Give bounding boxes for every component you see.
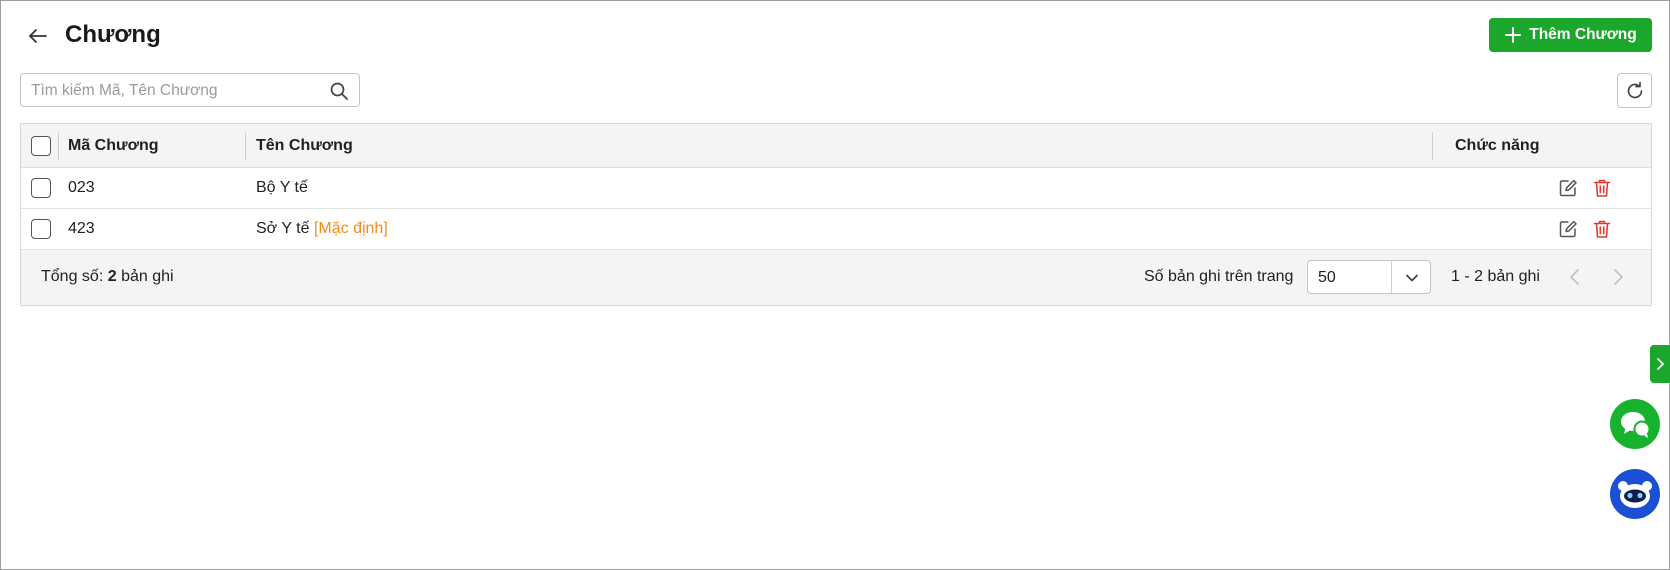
per-page-label: Số bản ghi trên trang: [1144, 268, 1294, 285]
total-unit: bản ghi: [121, 268, 174, 285]
edit-icon[interactable]: [1557, 177, 1579, 199]
table-row[interactable]: 423 Sở Y tế [Mặc định]: [21, 209, 1651, 250]
default-tag: [Mặc định]: [313, 220, 388, 237]
add-chapter-button[interactable]: Thêm Chương: [1489, 18, 1652, 52]
per-page-value: 50: [1318, 269, 1336, 286]
chevron-left-icon[interactable]: [1564, 266, 1586, 288]
total-count: Tổng số: 2 bản ghi: [41, 267, 174, 287]
row-checkbox[interactable]: [31, 178, 51, 198]
search-input[interactable]: [31, 80, 321, 102]
table-footer: Tổng số: 2 bản ghi Số bản ghi trên trang…: [21, 250, 1651, 305]
select-divider: [1391, 261, 1392, 293]
row-code: 023: [68, 179, 95, 196]
edit-icon[interactable]: [1557, 218, 1579, 240]
search-icon[interactable]: [329, 81, 349, 101]
column-header-code[interactable]: Mã Chương: [68, 136, 159, 156]
page-title: Chương: [65, 21, 161, 48]
refresh-icon: [1627, 81, 1642, 98]
column-divider: [1432, 132, 1433, 160]
chat-icon: [1621, 412, 1651, 438]
chapter-table: Mã Chương Tên Chương Chức năng 023 Bộ Y …: [20, 123, 1652, 306]
refresh-button[interactable]: [1617, 73, 1652, 108]
search-box: [20, 73, 360, 107]
total-number: 2: [107, 268, 117, 285]
back-button[interactable]: [25, 23, 51, 49]
column-header-name[interactable]: Tên Chương: [256, 136, 353, 156]
chevron-right-icon: [1657, 358, 1664, 370]
side-panel-toggle[interactable]: [1650, 345, 1670, 383]
row-checkbox[interactable]: [31, 219, 51, 239]
bot-icon: [1618, 481, 1652, 508]
page-range: 1 - 2 bản ghi: [1451, 268, 1540, 285]
per-page-select[interactable]: 50: [1307, 260, 1431, 294]
plus-icon: [1505, 27, 1522, 43]
column-divider: [245, 132, 246, 160]
add-chapter-label: Thêm Chương: [1529, 26, 1637, 43]
total-label: Tổng số:: [41, 268, 104, 285]
chat-button[interactable]: [1610, 399, 1660, 449]
trash-icon[interactable]: [1591, 218, 1613, 240]
table-header: Mã Chương Tên Chương Chức năng: [21, 124, 1651, 168]
column-header-actions: Chức năng: [1455, 137, 1540, 154]
row-name: Sở Y tế [Mặc định]: [256, 219, 388, 239]
chevron-down-icon: [1406, 274, 1418, 282]
row-name: Bộ Y tế: [256, 178, 308, 198]
row-name-text: Bộ Y tế: [256, 179, 308, 196]
column-divider: [58, 132, 59, 160]
trash-icon[interactable]: [1591, 177, 1613, 199]
arrow-left-icon: [29, 29, 47, 43]
row-name-text: Sở Y tế: [256, 220, 310, 237]
chevron-right-icon[interactable]: [1607, 266, 1629, 288]
select-all-checkbox[interactable]: [31, 136, 51, 156]
assistant-bot-button[interactable]: [1610, 469, 1660, 519]
row-code: 423: [68, 220, 95, 237]
table-row[interactable]: 023 Bộ Y tế: [21, 168, 1651, 209]
